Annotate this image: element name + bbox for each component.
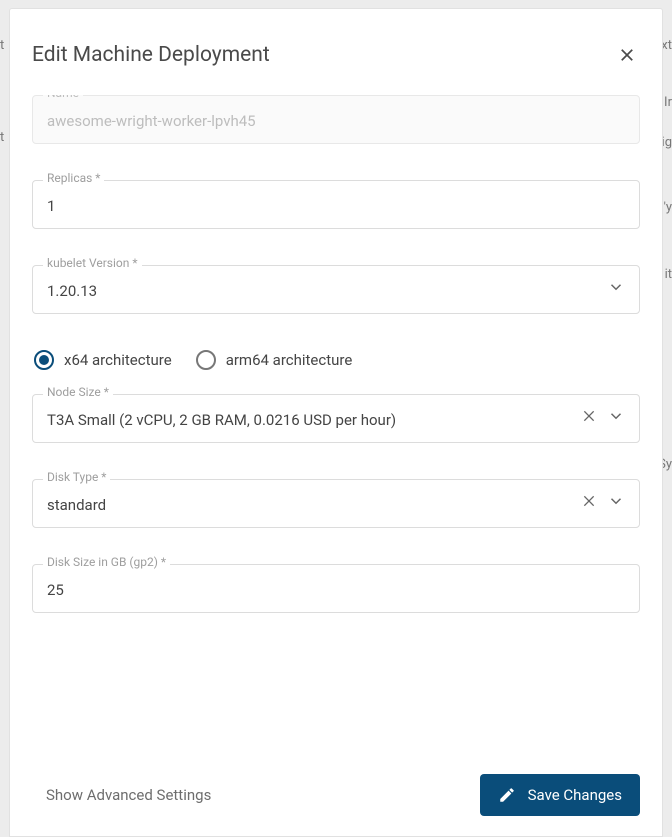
radio-x64-label: x64 architecture (64, 351, 172, 369)
radio-checked-icon (34, 350, 54, 370)
disk-type-label: Disk Type * (43, 471, 110, 483)
node-size-clear-button[interactable] (581, 408, 597, 428)
kubelet-version-dropdown[interactable] (607, 278, 625, 300)
kubelet-version-field[interactable]: kubelet Version * 1.20.13 (32, 265, 640, 314)
architecture-radio-group: x64 architecture arm64 architecture (32, 350, 640, 370)
node-size-dropdown[interactable] (607, 407, 625, 429)
chevron-down-icon (607, 492, 625, 510)
disk-type-field[interactable]: Disk Type * standard (32, 479, 640, 528)
disk-type-value: standard (47, 489, 573, 517)
replicas-label: Replicas * (43, 172, 104, 184)
disk-type-clear-button[interactable] (581, 493, 597, 513)
radio-arm64-label: arm64 architecture (226, 351, 353, 369)
dialog-header: Edit Machine Deployment (32, 43, 640, 67)
node-size-value: T3A Small (2 vCPU, 2 GB RAM, 0.0216 USD … (47, 404, 573, 432)
dialog-footer: Show Advanced Settings Save Changes (32, 752, 640, 816)
save-button-label: Save Changes (528, 786, 622, 804)
name-label: Name (43, 95, 83, 99)
form-body: Name awesome-wright-worker-lpvh45 Replic… (32, 95, 640, 752)
disk-size-input[interactable]: 25 (47, 574, 625, 602)
replicas-field[interactable]: Replicas * 1 (32, 180, 640, 229)
radio-unchecked-icon (196, 350, 216, 370)
close-icon (581, 408, 597, 424)
show-advanced-settings-link[interactable]: Show Advanced Settings (46, 786, 211, 804)
disk-size-label: Disk Size in GB (gp2) * (43, 556, 170, 568)
close-icon (618, 46, 636, 64)
disk-type-dropdown[interactable] (607, 492, 625, 514)
chevron-down-icon (607, 407, 625, 425)
save-changes-button[interactable]: Save Changes (480, 774, 640, 816)
edit-machine-deployment-dialog: Edit Machine Deployment Name awesome-wri… (9, 8, 663, 837)
dialog-title: Edit Machine Deployment (32, 43, 270, 67)
node-size-label: Node Size * (43, 386, 113, 398)
kubelet-version-label: kubelet Version * (43, 257, 142, 269)
edit-icon (498, 786, 516, 804)
radio-arm64-architecture[interactable]: arm64 architecture (196, 350, 353, 370)
disk-size-field[interactable]: Disk Size in GB (gp2) * 25 (32, 564, 640, 613)
close-icon (581, 493, 597, 509)
name-value: awesome-wright-worker-lpvh45 (47, 105, 625, 133)
chevron-down-icon (607, 278, 625, 296)
radio-x64-architecture[interactable]: x64 architecture (34, 350, 172, 370)
close-button[interactable] (618, 46, 640, 64)
name-field: Name awesome-wright-worker-lpvh45 (32, 95, 640, 144)
replicas-input[interactable]: 1 (47, 190, 625, 218)
kubelet-version-value: 1.20.13 (47, 275, 599, 303)
node-size-field[interactable]: Node Size * T3A Small (2 vCPU, 2 GB RAM,… (32, 394, 640, 443)
